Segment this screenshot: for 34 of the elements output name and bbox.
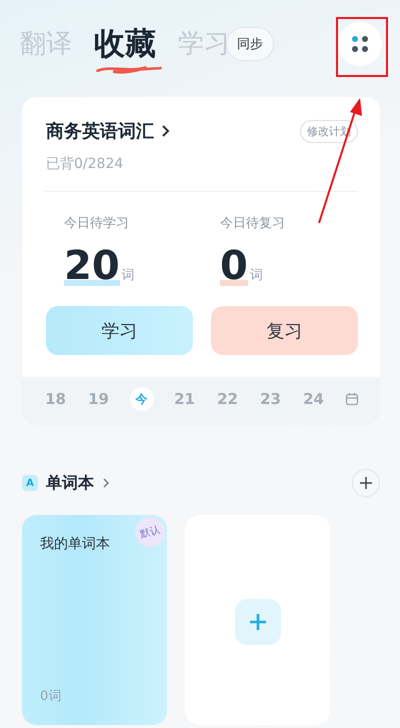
tab[interactable]: 收藏 xyxy=(94,22,156,64)
calendar-icon[interactable] xyxy=(344,392,358,406)
wordbook-card[interactable]: 我的单词本 默认 0词 xyxy=(22,515,167,725)
add-button[interactable] xyxy=(352,469,380,497)
plan-title[interactable]: 商务英语词汇 xyxy=(46,119,154,143)
progress-text: 已背0/2824 xyxy=(46,155,124,173)
review-button[interactable]: 复习 xyxy=(211,306,358,355)
chevron-icon xyxy=(102,477,110,489)
date-item[interactable]: 21 xyxy=(172,387,196,411)
date-item[interactable]: 今 xyxy=(130,387,154,411)
date-item[interactable]: 23 xyxy=(258,387,282,411)
date-item[interactable]: 18 xyxy=(44,387,68,411)
chevron-icon xyxy=(160,124,170,138)
stat-unit: 词 xyxy=(250,267,263,285)
date-item[interactable]: 22 xyxy=(216,387,240,411)
date-item[interactable]: 19 xyxy=(86,387,110,411)
stat-value: 0 xyxy=(220,246,248,286)
date-item[interactable]: 24 xyxy=(302,387,326,411)
sync-button[interactable]: 同步 xyxy=(226,26,274,60)
section-title[interactable]: 单词本 xyxy=(46,472,94,494)
menu-button[interactable] xyxy=(338,22,382,66)
add-wordbook-button[interactable] xyxy=(234,599,280,645)
dots-icon xyxy=(350,34,370,54)
stat-unit: 词 xyxy=(122,267,135,285)
learn-button[interactable]: 学习 xyxy=(46,306,193,355)
plus-icon xyxy=(359,476,373,490)
word-count: 0词 xyxy=(40,688,62,705)
stat-label: 今日待复习 xyxy=(220,215,286,232)
wordbook-name: 我的单词本 xyxy=(40,535,111,553)
highlight-box xyxy=(336,17,388,77)
stat-value: 20 xyxy=(64,246,120,286)
plus-icon xyxy=(248,613,266,631)
wordbook-icon: A xyxy=(22,475,38,491)
stat-label: 今日待学习 xyxy=(64,215,130,232)
